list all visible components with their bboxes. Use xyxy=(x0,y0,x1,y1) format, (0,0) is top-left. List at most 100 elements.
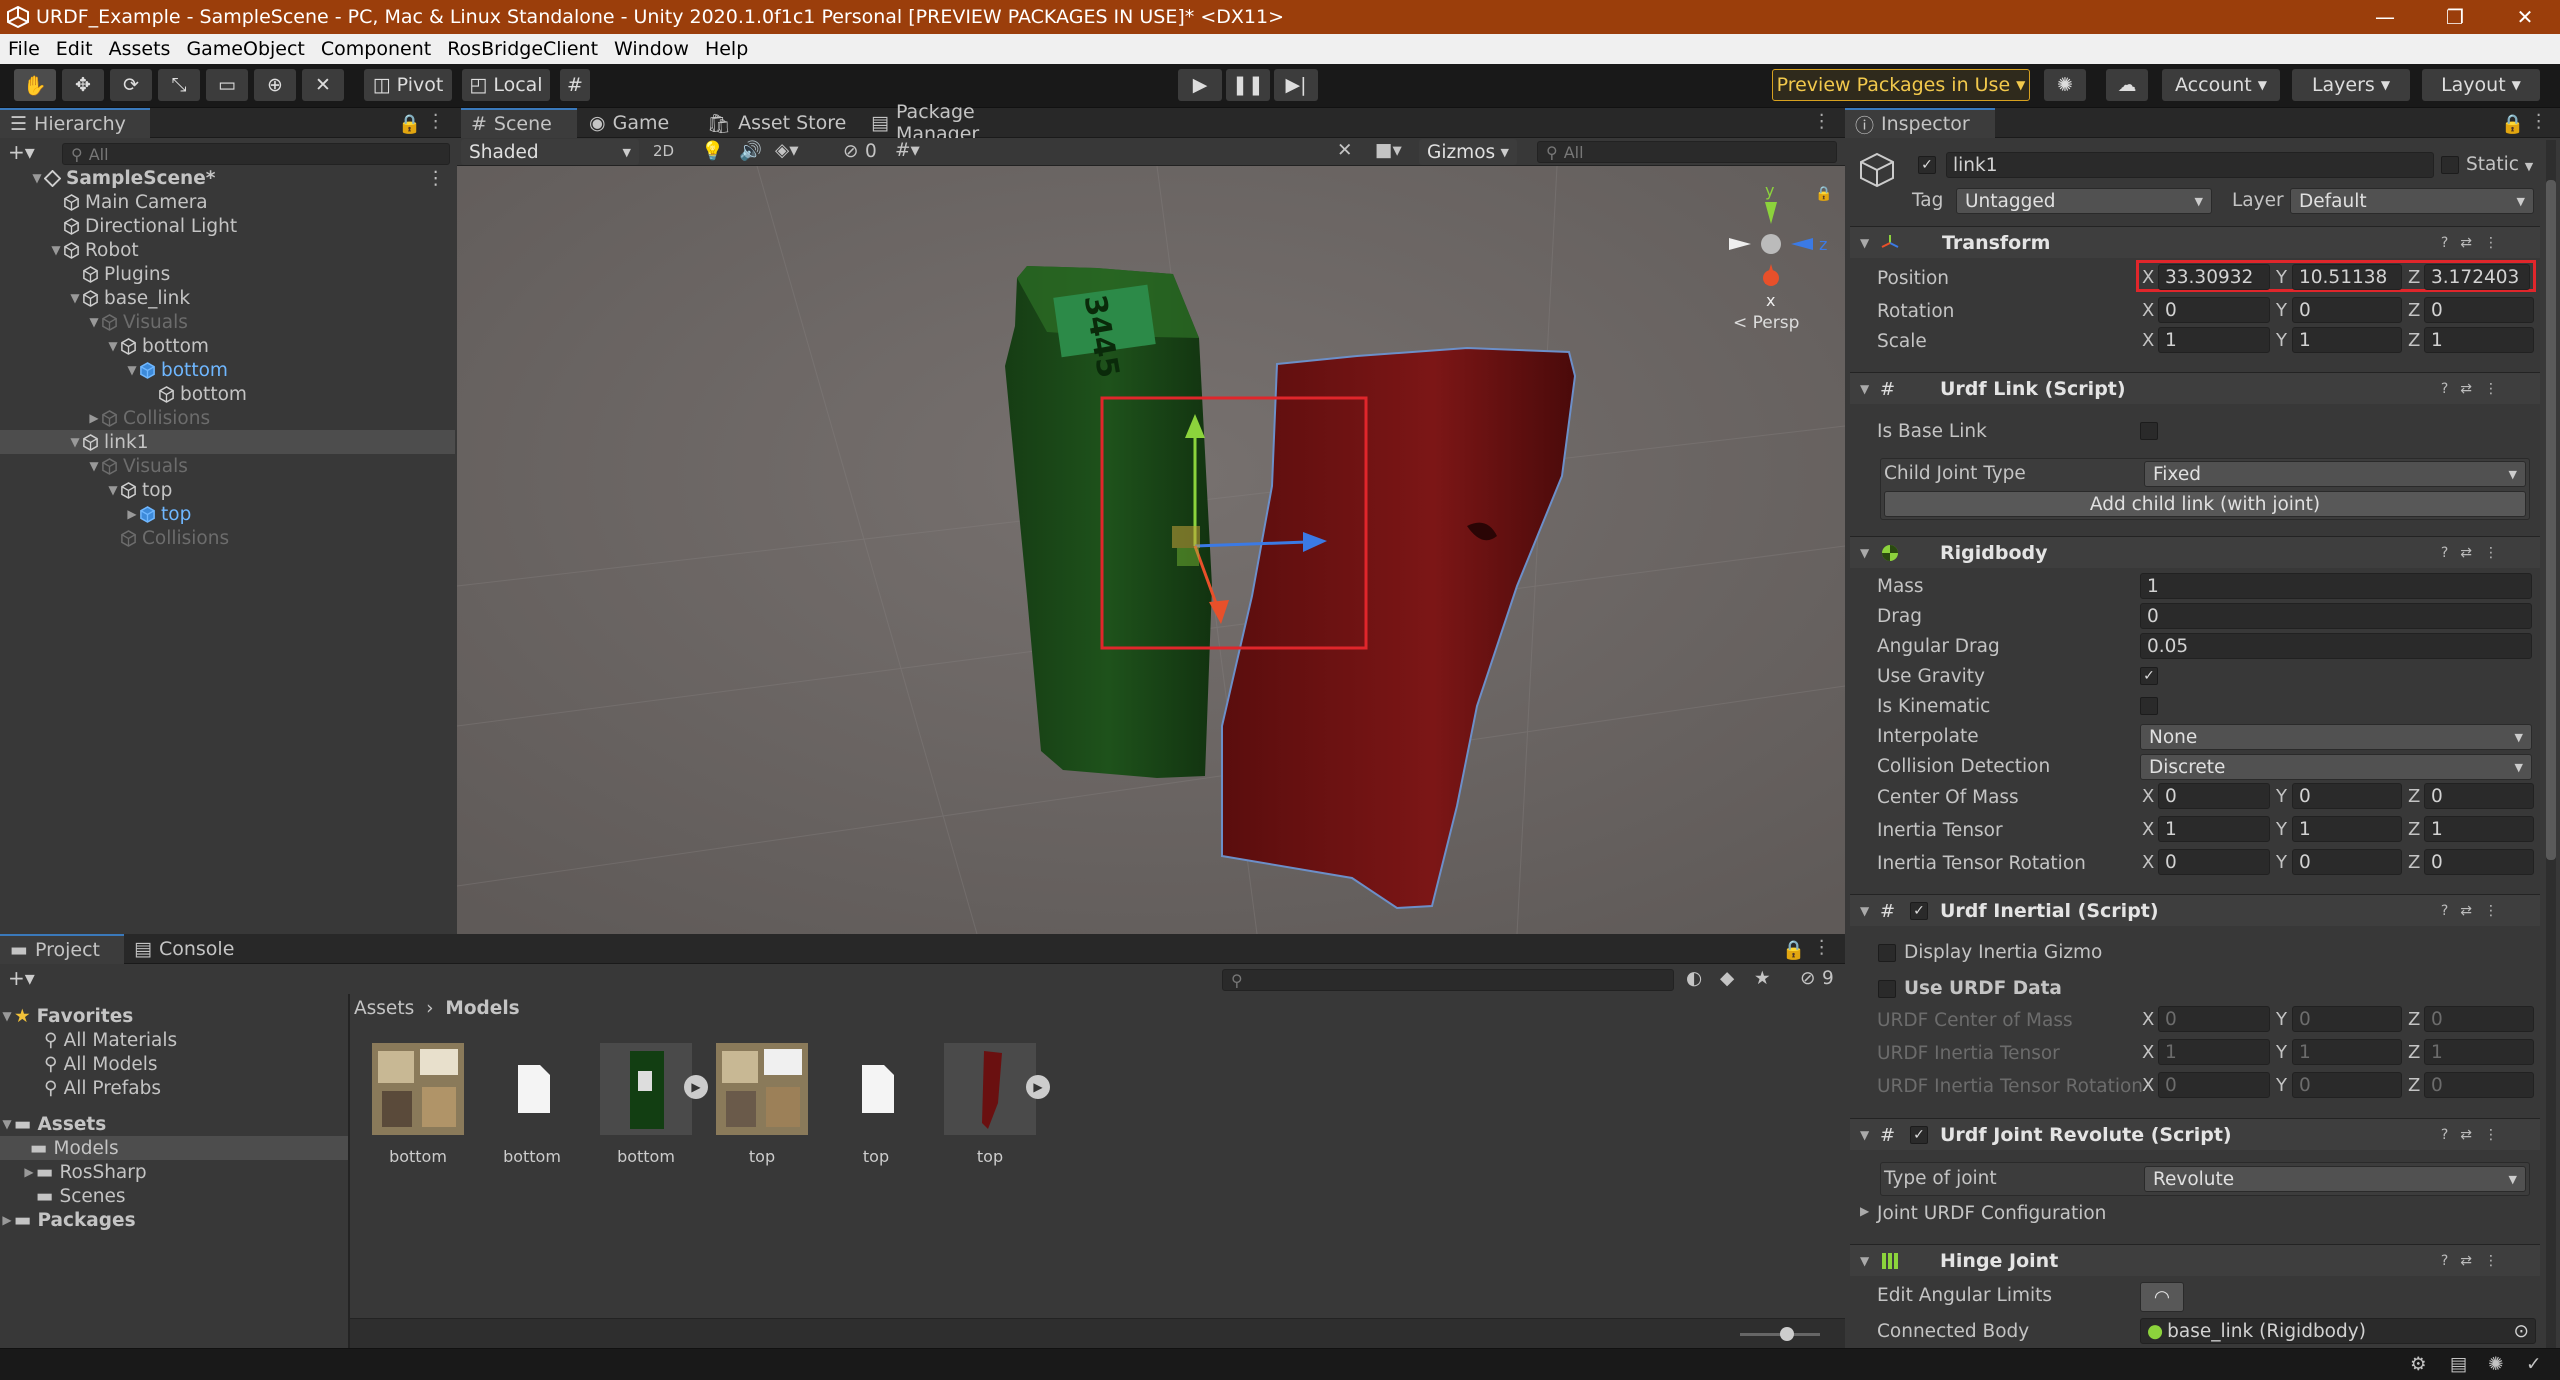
add-child-link-button[interactable]: Add child link (with joint) xyxy=(1884,491,2526,517)
asset-bottom-file[interactable]: bottom xyxy=(482,1043,582,1166)
maximize-button[interactable]: ❐ xyxy=(2420,0,2490,34)
urdf-inertial-header[interactable]: ▼ # ✓ Urdf Inertial (Script) ?⇄⋮ xyxy=(1850,894,2540,926)
lock-icon[interactable]: 🔒 xyxy=(1815,186,1832,202)
menu-gameobject[interactable]: GameObject xyxy=(178,38,312,60)
minimize-button[interactable]: — xyxy=(2350,0,2420,34)
angular-drag-field[interactable]: 0.05 xyxy=(2140,633,2532,659)
object-name-field[interactable]: link1 xyxy=(1946,152,2434,178)
expand-arrow-icon[interactable]: ▼ xyxy=(30,171,44,185)
rotation-y-field[interactable]: 0 xyxy=(2292,297,2402,323)
cloud-button[interactable]: ☁ xyxy=(2106,69,2148,101)
object-picker-icon[interactable]: ⊙ xyxy=(2513,1321,2529,1342)
persp-label[interactable]: < Persp xyxy=(1733,313,1799,333)
shading-dropdown[interactable]: Shaded xyxy=(461,139,639,165)
position-z-field[interactable]: 3.172403 xyxy=(2424,264,2530,290)
tab-inspector[interactable]: ⓘ Inspector xyxy=(1845,108,1995,138)
component-actions[interactable]: ?⇄⋮ xyxy=(2441,545,2510,561)
scale-tool-button[interactable]: ⤡ xyxy=(158,69,200,101)
filter-by-type-icon[interactable]: ◐ xyxy=(1686,968,1702,989)
menu-window[interactable]: Window xyxy=(606,38,697,60)
inertia-z-field[interactable]: 1 xyxy=(2424,816,2534,842)
asset-bottom-texture[interactable]: bottom xyxy=(368,1043,468,1166)
hinge-joint-header[interactable]: ▼ Hinge Joint ?⇄⋮ xyxy=(1850,1244,2540,1276)
more-icon[interactable]: ⋮ xyxy=(427,168,446,189)
hierarchy-item[interactable]: Main Camera xyxy=(0,190,455,214)
scale-x-field[interactable]: 1 xyxy=(2158,327,2270,353)
asset-top-file[interactable]: top xyxy=(826,1043,926,1166)
folder-models[interactable]: ▬ Models xyxy=(0,1136,348,1160)
com-x-field[interactable]: 0 xyxy=(2158,783,2270,809)
hierarchy-item[interactable]: ▶ top xyxy=(0,502,455,526)
layer-dropdown[interactable]: Default xyxy=(2290,188,2534,214)
expand-arrow-icon[interactable]: ▼ xyxy=(87,459,101,473)
audio-icon[interactable]: 🔊 xyxy=(739,140,762,162)
preview-packages-button[interactable]: Preview Packages in Use ▼ xyxy=(1772,69,2030,101)
lock-icon[interactable]: 🔒 xyxy=(2501,113,2524,135)
tab-asset-store[interactable]: 🛍 Asset Store xyxy=(697,108,857,138)
folder-scenes[interactable]: ▬ Scenes xyxy=(0,1184,455,1208)
com-y-field[interactable]: 0 xyxy=(2292,783,2402,809)
interpolate-dropdown[interactable]: None xyxy=(2140,724,2532,750)
component-actions[interactable]: ?⇄⋮ xyxy=(2441,1127,2510,1143)
collapse-arrow-icon[interactable]: ▶ xyxy=(125,507,139,521)
favorite-star-icon[interactable]: ★ xyxy=(1754,968,1771,989)
expand-arrow-icon[interactable]: ▼ xyxy=(68,291,82,305)
hierarchy-item[interactable]: ▼ top xyxy=(0,478,455,502)
hierarchy-item[interactable]: ▼ SampleScene* ⋮ xyxy=(0,166,455,190)
hierarchy-item[interactable]: ▼ Robot xyxy=(0,238,455,262)
gizmos-dropdown[interactable]: Gizmos xyxy=(1419,139,1517,165)
project-search[interactable]: ⚲ xyxy=(1222,969,1674,991)
joint-urdf-configuration-foldout[interactable]: Joint URDF Configuration xyxy=(1877,1203,2106,1224)
scene-search[interactable]: ⚲ All xyxy=(1537,141,1837,163)
expand-model-button[interactable]: ▶ xyxy=(684,1075,708,1099)
breadcrumb-assets[interactable]: Assets xyxy=(354,998,414,1019)
hidden-packages-icon[interactable]: ⊘ xyxy=(1800,968,1816,989)
expand-arrow-icon[interactable]: ▼ xyxy=(68,435,82,449)
asset-top-model[interactable]: top xyxy=(940,1043,1040,1166)
tab-game[interactable]: ◉ Game xyxy=(579,108,691,138)
grid-toggle-icon[interactable]: #▾ xyxy=(895,140,920,161)
layers-dropdown[interactable]: Layers ▼ xyxy=(2292,69,2410,101)
expand-arrow-icon[interactable]: ▼ xyxy=(106,483,120,497)
mode-2d-toggle[interactable]: 2D xyxy=(645,142,682,160)
component-actions[interactable]: ?⇄⋮ xyxy=(2441,903,2510,919)
urdf-inertial-enabled-checkbox[interactable]: ✓ xyxy=(1910,902,1928,920)
layout-dropdown[interactable]: Layout ▼ xyxy=(2422,69,2540,101)
bug-icon[interactable]: ⚙ xyxy=(2410,1354,2427,1375)
hierarchy-item[interactable]: ▼ bottom xyxy=(0,334,455,358)
hierarchy-item[interactable]: Plugins xyxy=(0,262,455,286)
inertia-rot-x-field[interactable]: 0 xyxy=(2158,849,2270,875)
more-icon[interactable]: ⋮ xyxy=(1813,937,1832,958)
com-z-field[interactable]: 0 xyxy=(2424,783,2534,809)
light-icon[interactable]: 💡 xyxy=(701,140,724,162)
use-gravity-checkbox[interactable]: ✓ xyxy=(2140,667,2158,685)
expand-model-button[interactable]: ▶ xyxy=(1026,1075,1050,1099)
lock-icon[interactable]: 🔒 xyxy=(398,113,421,135)
hierarchy-item[interactable]: ▶ Collisions xyxy=(0,406,455,430)
effects-icon[interactable]: ◈▾ xyxy=(775,140,799,161)
hierarchy-item[interactable]: ▼ link1 xyxy=(0,430,455,454)
inertia-y-field[interactable]: 1 xyxy=(2292,816,2402,842)
expand-arrow-icon[interactable]: ▼ xyxy=(87,315,101,329)
tab-hierarchy[interactable]: ☰ Hierarchy xyxy=(0,108,150,138)
urdf-joint-header[interactable]: ▼ # ✓ Urdf Joint Revolute (Script) ?⇄⋮ xyxy=(1850,1118,2540,1150)
menu-rosbridgeclient[interactable]: RosBridgeClient xyxy=(439,38,606,60)
component-actions[interactable]: ?⇄⋮ xyxy=(2441,381,2510,397)
inertia-x-field[interactable]: 1 xyxy=(2158,816,2270,842)
hierarchy-item[interactable]: Directional Light xyxy=(0,214,455,238)
play-button[interactable]: ▶ xyxy=(1178,69,1222,101)
hierarchy-item[interactable]: ▼ bottom xyxy=(0,358,455,382)
expand-arrow-icon[interactable]: ▼ xyxy=(106,339,120,353)
grid-snap-button[interactable]: # xyxy=(560,69,590,101)
custom-tool-button[interactable]: ✕ xyxy=(302,69,344,101)
type-of-joint-dropdown[interactable]: Revolute xyxy=(2144,1166,2526,1192)
local-toggle[interactable]: ◰ Local xyxy=(462,69,550,101)
menu-file[interactable]: File xyxy=(0,38,48,60)
lock-icon[interactable]: 🔒 xyxy=(1782,939,1805,961)
more-icon[interactable]: ⋮ xyxy=(1813,111,1832,132)
inspector-scrollbar[interactable] xyxy=(2546,140,2556,1348)
rigidbody-header[interactable]: ▼ Rigidbody ?⇄⋮ xyxy=(1850,536,2540,568)
create-asset-button[interactable]: +▾ xyxy=(8,966,35,990)
transform-header[interactable]: ▼ Transform ?⇄⋮ xyxy=(1850,226,2540,258)
filter-by-label-icon[interactable]: ◆ xyxy=(1720,968,1734,989)
